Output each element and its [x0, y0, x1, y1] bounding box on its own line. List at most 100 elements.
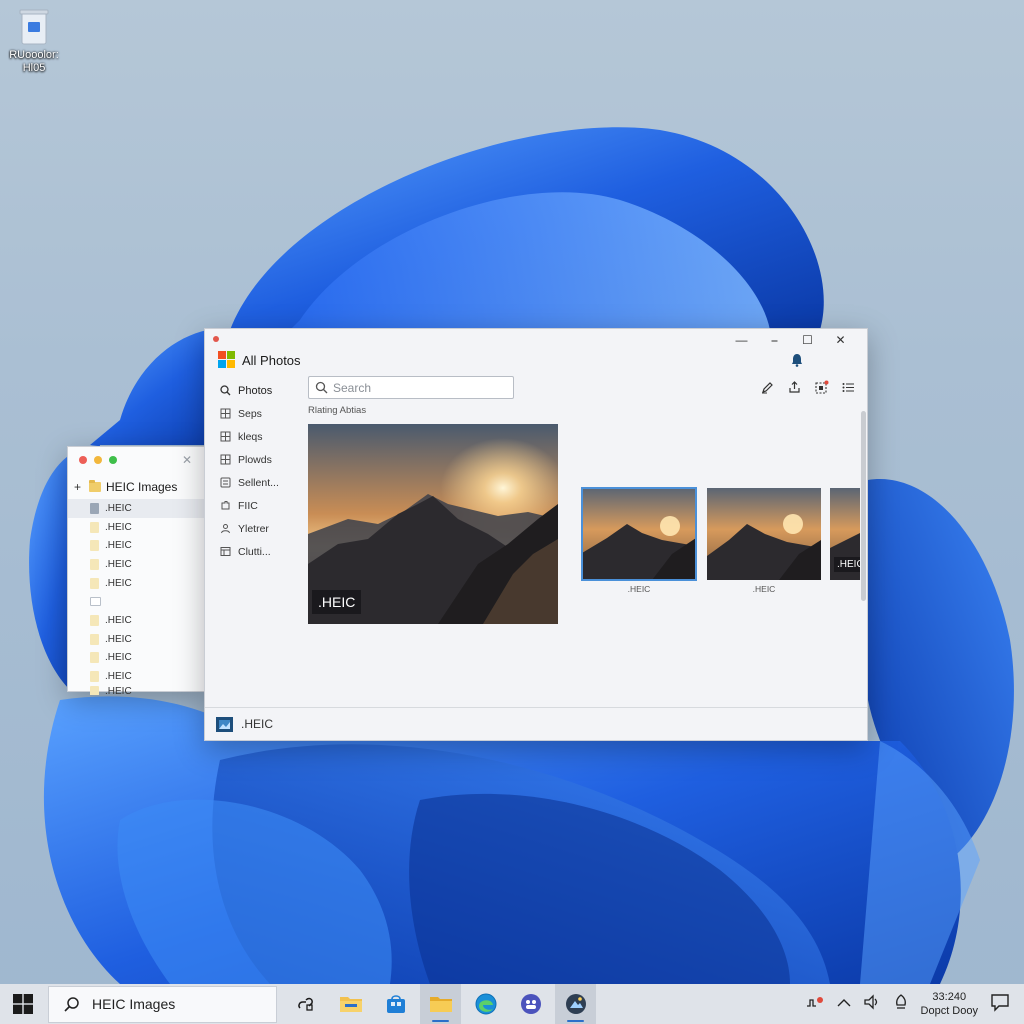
thumbnail-label: .HEIC — [627, 584, 651, 594]
start-button[interactable] — [0, 984, 46, 1024]
sidebar-item-seps[interactable]: Seps — [217, 402, 307, 425]
store-button[interactable] — [375, 984, 416, 1024]
photo-thumbnail[interactable]: .HEIC — [830, 488, 860, 580]
file-icon — [90, 521, 99, 533]
task-view-button[interactable] — [285, 984, 326, 1024]
table-icon — [220, 547, 231, 556]
sidebar-nav: Photos Seps kleqs Plowds Sellent... FIIC… — [217, 379, 307, 563]
clock-date: Dopct Dooy — [920, 1005, 978, 1017]
puzzle-icon — [221, 501, 230, 510]
desktop-recycle-bin[interactable]: RUooolor: Hl05 — [4, 6, 64, 75]
toolbar — [758, 379, 858, 396]
desktop-icon-label: RUooolor: Hl05 — [9, 49, 59, 74]
file-icon — [90, 652, 99, 664]
file-icon — [90, 671, 99, 683]
network-icon[interactable] — [805, 994, 825, 1015]
scrollbar[interactable] — [861, 411, 866, 601]
folder-button[interactable] — [420, 984, 461, 1024]
file-item[interactable]: .HEIC — [68, 536, 206, 555]
file-icon — [90, 577, 99, 589]
close-icon[interactable]: ✕ — [182, 453, 192, 467]
featured-photo[interactable]: .HEIC — [308, 424, 558, 624]
file-item[interactable]: .HEIC — [68, 555, 206, 574]
file-icon — [90, 614, 99, 626]
search-box[interactable] — [308, 376, 514, 399]
search-input[interactable] — [333, 380, 503, 395]
folder-icon — [429, 997, 452, 1012]
minimize-dot[interactable] — [94, 456, 102, 464]
thumbnail-image: .HEIC — [830, 488, 860, 580]
sidebar-item-fiic[interactable]: FIIC — [217, 494, 307, 517]
photos-app-button[interactable] — [555, 984, 596, 1024]
app-logo-icon — [218, 351, 235, 368]
file-item[interactable]: .HEIC — [68, 685, 206, 695]
notification-center-icon[interactable] — [990, 992, 1010, 1017]
section-heading: Rlating Abtias — [308, 405, 367, 416]
file-explorer-button[interactable] — [330, 984, 371, 1024]
restore-icon[interactable]: ⎯ — [758, 331, 791, 349]
file-icon — [90, 633, 99, 645]
photos-window[interactable]: — ⎯ ☐ ✕ All Photos Photos Seps kleqs Plo… — [204, 328, 868, 741]
sidebar-item-sellent[interactable]: Sellent... — [217, 471, 307, 494]
file-item[interactable]: .HEIC — [68, 499, 206, 518]
battery-icon[interactable] — [893, 993, 909, 1016]
chevron-up-icon[interactable] — [837, 995, 851, 1013]
edge-browser-button[interactable] — [465, 984, 506, 1024]
folder-header[interactable]: + HEIC Images — [74, 480, 177, 494]
maximize-icon[interactable]: ☐ — [791, 331, 824, 349]
file-item[interactable]: .HEIC — [68, 574, 206, 593]
grid-icon — [220, 408, 231, 419]
recycle-bin-icon — [17, 6, 51, 46]
teams-icon — [520, 994, 541, 1014]
file-item[interactable]: .HEIC — [68, 649, 206, 668]
thumbnail-image — [707, 488, 821, 580]
clock[interactable]: 33:240 Dopct Dooy — [921, 990, 978, 1018]
edit-icon[interactable] — [758, 379, 777, 396]
share-icon[interactable] — [785, 379, 804, 396]
taskbar-search[interactable]: HEIC Images — [48, 985, 277, 1023]
status-text: .HEIC — [241, 717, 274, 731]
file-item[interactable]: .HEIC — [68, 518, 206, 537]
expand-icon[interactable]: + — [74, 480, 84, 494]
maximize-dot[interactable] — [109, 456, 117, 464]
format-badge: .HEIC — [834, 557, 860, 572]
minimize-icon[interactable]: — — [725, 331, 758, 349]
format-badge: .HEIC — [312, 590, 362, 614]
list-view-icon[interactable] — [839, 379, 858, 396]
file-icon — [90, 540, 99, 552]
file-item[interactable]: .HEIC — [68, 611, 206, 630]
window-title: All Photos — [242, 353, 301, 368]
file-icon — [90, 685, 99, 695]
sidebar-item-kleqs[interactable]: kleqs — [217, 425, 307, 448]
sidebar-item-clutti[interactable]: Clutti... — [217, 540, 307, 563]
person-icon — [221, 524, 230, 534]
list-icon — [220, 477, 231, 488]
close-dot[interactable] — [79, 456, 87, 464]
sidebar-item-yletrer[interactable]: Yletrer — [217, 517, 307, 540]
sidebar-item-photos[interactable]: Photos — [217, 379, 307, 402]
select-icon[interactable] — [812, 379, 831, 396]
window-caption-buttons: — ⎯ ☐ ✕ — [725, 331, 857, 349]
taskbar-search-text: HEIC Images — [92, 996, 176, 1012]
photo-thumbnail[interactable]: .HEIC — [581, 487, 697, 594]
thumbnail-label: .HEIC — [752, 584, 776, 594]
sidebar-item-plowds[interactable]: Plowds — [217, 448, 307, 471]
image-file-icon — [216, 716, 233, 732]
notification-bell-icon[interactable] — [791, 353, 803, 367]
file-list: .HEIC .HEIC .HEIC .HEIC .HEIC .HEIC .HEI… — [68, 499, 206, 695]
teams-button[interactable] — [510, 984, 551, 1024]
taskbar: HEIC Images 33:240 Dopct Dooy — [0, 984, 1024, 1024]
file-item-blank[interactable] — [68, 592, 206, 611]
file-item[interactable]: .HEIC — [68, 630, 206, 649]
volume-icon[interactable] — [863, 993, 881, 1015]
windows-logo-icon — [13, 994, 33, 1014]
search-icon — [220, 385, 231, 396]
system-tray: 33:240 Dopct Dooy — [805, 984, 1024, 1024]
photo-thumbnail[interactable]: .HEIC — [707, 488, 821, 594]
file-item[interactable]: .HEIC — [68, 667, 206, 686]
close-icon[interactable]: ✕ — [824, 331, 857, 349]
grid-icon — [220, 431, 231, 442]
file-explorer-window[interactable]: ✕ + HEIC Images .HEIC .HEIC .HEIC .HEIC … — [67, 446, 207, 695]
photos-app-icon — [565, 994, 586, 1014]
window-status-dot — [213, 336, 219, 342]
